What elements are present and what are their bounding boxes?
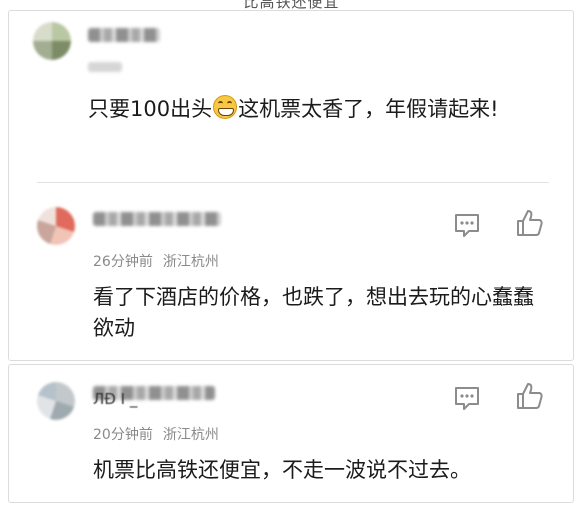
thumbs-up-icon[interactable] (514, 381, 544, 411)
divider (37, 182, 549, 183)
grinning-face-emoji-icon (213, 95, 238, 119)
comment-text-part: 这机票太香了，年假请起来! (238, 97, 499, 121)
user-meta-blurred (88, 62, 122, 72)
comment-text: 看了下酒店的价格，也跌了，想出去玩的心蠢蠢欲动 (93, 285, 534, 340)
comment-location: 浙江杭州 (162, 254, 219, 270)
comment-text-part: 只要100出头 (88, 97, 213, 121)
comment-time: 26分钟前 (93, 254, 153, 270)
username-blurred[interactable] (93, 212, 221, 226)
comment-location: 浙江杭州 (162, 427, 219, 443)
avatar[interactable] (37, 382, 75, 420)
comment-meta: 20分钟前 浙江杭州 (93, 424, 219, 444)
comment-time: 20分钟前 (93, 427, 153, 443)
username-partial[interactable]: ЛĐ Ⅰ _ (93, 390, 137, 408)
avatar[interactable] (37, 207, 75, 245)
thumbs-up-icon[interactable] (514, 208, 544, 238)
avatar[interactable] (33, 22, 71, 60)
comment-icon[interactable] (452, 383, 482, 413)
comment-meta: 26分钟前 浙江杭州 (93, 251, 219, 271)
comment-text: 机票比高铁还便宜，不走一波说不过去。 (93, 458, 471, 482)
comment-icon[interactable] (452, 210, 482, 240)
comment-text: 只要100出头 这机票太香了，年假请起来! (88, 94, 518, 125)
username-blurred[interactable] (88, 28, 160, 42)
